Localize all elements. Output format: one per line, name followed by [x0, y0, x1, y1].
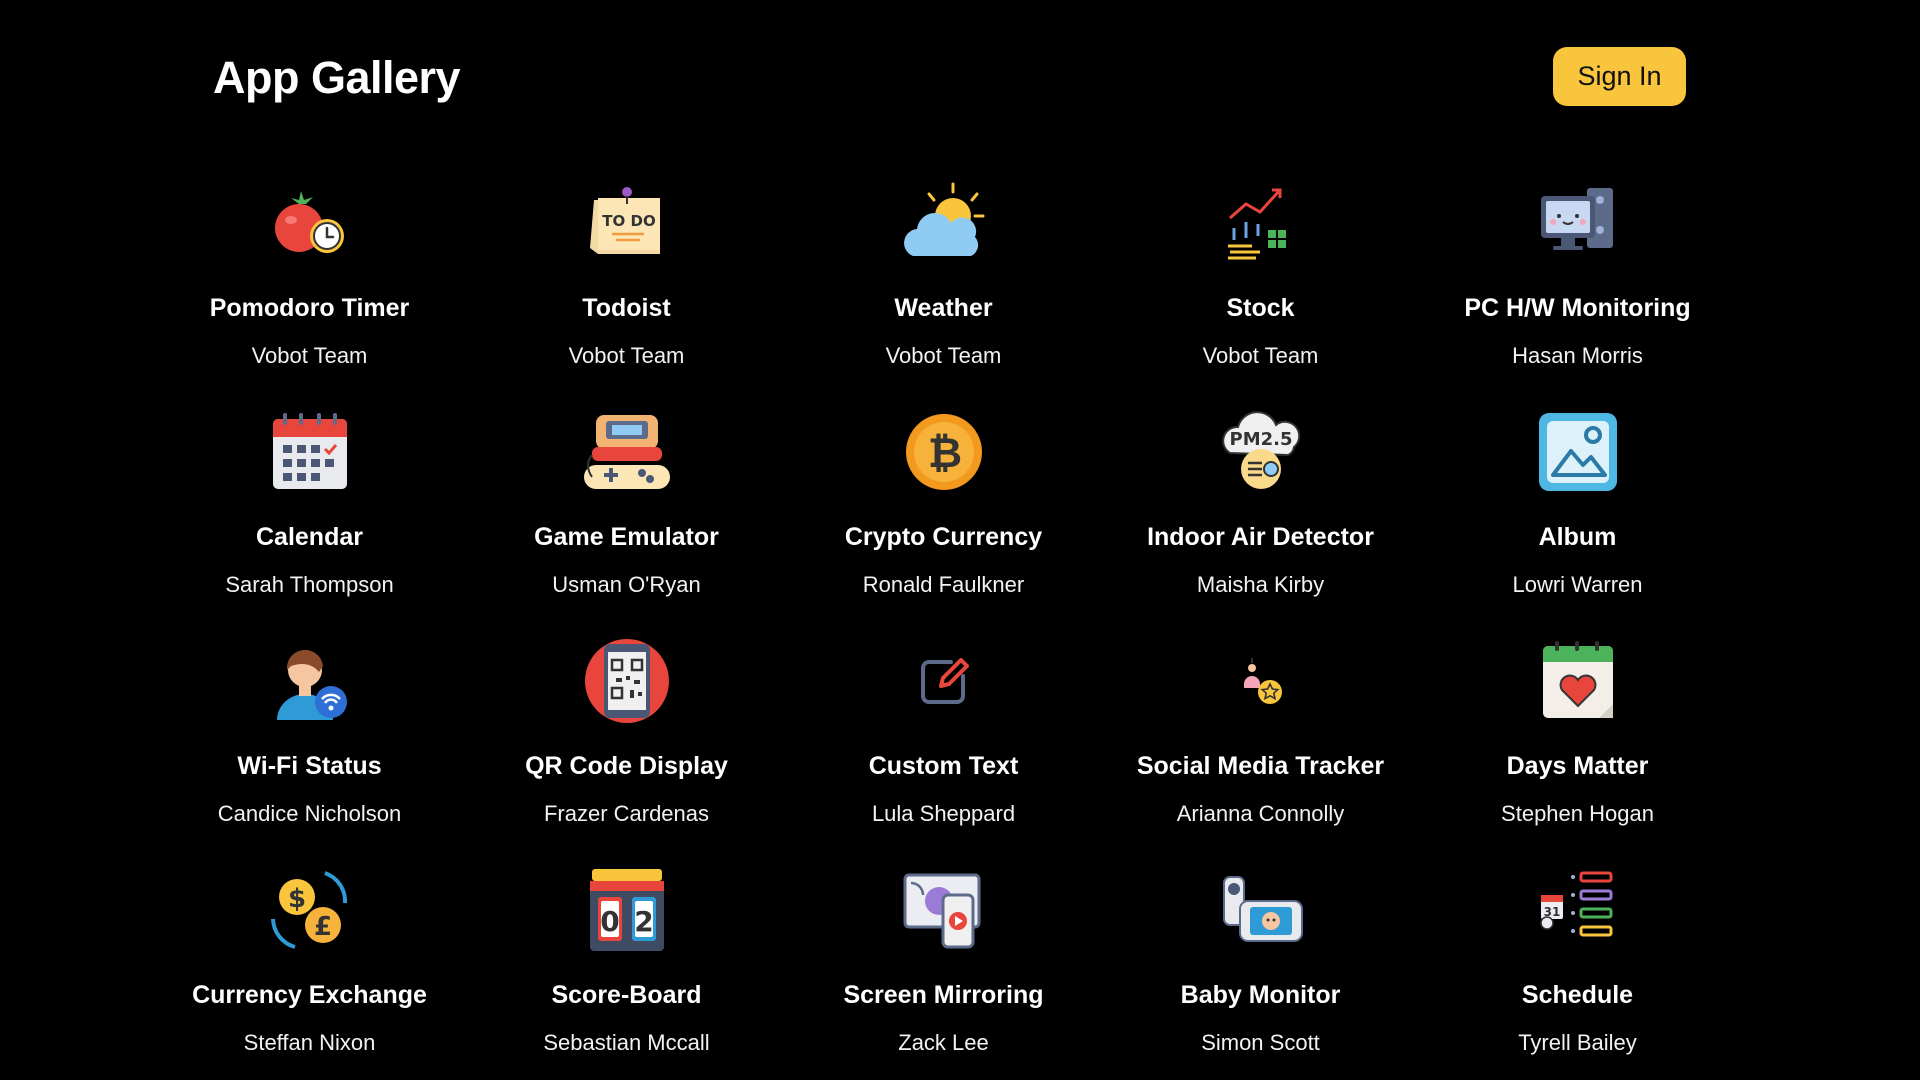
app-author: Lowri Warren	[1512, 572, 1643, 597]
app-tile-score-board[interactable]: 0 2 Score-Board Sebastian Mccall	[468, 857, 785, 1080]
app-name: QR Code Display	[525, 752, 728, 780]
app-tile-wifi-status[interactable]: Wi-Fi Status Candice Nicholson	[151, 628, 468, 857]
app-author: Sarah Thompson	[225, 572, 394, 597]
app-author: Frazer Cardenas	[543, 801, 710, 826]
scoreboard-icon: 0 2	[582, 865, 672, 955]
app-tile-screen-mirroring[interactable]: Screen Mirroring Zack Lee	[785, 857, 1102, 1080]
app-author: Vobot Team	[885, 343, 1002, 368]
app-author: Vobot Team	[568, 343, 685, 368]
app-tile-calendar[interactable]: Calendar Sarah Thompson	[151, 399, 468, 628]
baby-monitor-icon	[1216, 865, 1306, 955]
calendar-icon	[265, 407, 355, 497]
app-author: Arianna Connolly	[1176, 801, 1345, 826]
header: App Gallery Sign In	[0, 0, 1920, 160]
pc-monitor-icon	[1533, 178, 1623, 268]
svg-text:₿: ₿	[927, 428, 961, 477]
app-tile-game-emulator[interactable]: Game Emulator Usman O'Ryan	[468, 399, 785, 628]
app-author: Steffan Nixon	[243, 1030, 376, 1055]
app-name: Screen Mirroring	[843, 981, 1044, 1009]
app-tile-baby-monitor[interactable]: Baby Monitor Simon Scott	[1102, 857, 1419, 1080]
svg-text:$: $	[287, 884, 305, 914]
heart-calendar-icon	[1533, 636, 1623, 726]
svg-text:£: £	[313, 912, 331, 942]
app-name: Calendar	[256, 523, 363, 551]
app-tile-weather[interactable]: Weather Vobot Team	[785, 170, 1102, 399]
app-tile-schedule[interactable]: 31 Schedule Tyrell Bailey	[1419, 857, 1736, 1080]
app-author: Hasan Morris	[1512, 343, 1643, 368]
app-name: Pomodoro Timer	[209, 294, 410, 322]
app-name: Baby Monitor	[1180, 981, 1341, 1009]
schedule-list-icon: 31	[1533, 865, 1623, 955]
app-name: Days Matter	[1506, 752, 1649, 780]
app-name: Wi-Fi Status	[237, 752, 382, 780]
tomato-timer-icon	[265, 178, 355, 268]
app-author: Usman O'Ryan	[552, 572, 701, 597]
person-wifi-icon	[265, 636, 355, 726]
sun-cloud-icon	[899, 178, 989, 268]
app-author: Tyrell Bailey	[1518, 1030, 1637, 1055]
person-star-icon	[1216, 636, 1306, 726]
app-author: Vobot Team	[1202, 343, 1319, 368]
app-author: Ronald Faulkner	[862, 572, 1025, 597]
app-name: Crypto Currency	[844, 523, 1043, 551]
app-grid: Pomodoro Timer Vobot Team TO DO Todoist …	[151, 170, 1751, 1080]
app-tile-custom-text[interactable]: Custom Text Lula Sheppard	[785, 628, 1102, 857]
app-name: Weather	[894, 294, 993, 322]
app-tile-currency-exchange[interactable]: $ £ Currency Exchange Steffan Nixon	[151, 857, 468, 1080]
currency-exchange-icon: $ £	[265, 865, 355, 955]
stock-chart-icon	[1216, 178, 1306, 268]
app-author: Vobot Team	[251, 343, 368, 368]
app-tile-indoor-air-detector[interactable]: PM2.5 Indoor Air Detector Maisha Kirby	[1102, 399, 1419, 628]
app-author: Sebastian Mccall	[543, 1030, 710, 1055]
app-name: Social Media Tracker	[1136, 752, 1385, 780]
app-tile-days-matter[interactable]: Days Matter Stephen Hogan	[1419, 628, 1736, 857]
app-tile-todoist[interactable]: TO DO Todoist Vobot Team	[468, 170, 785, 399]
app-tile-album[interactable]: Album Lowri Warren	[1419, 399, 1736, 628]
app-name: Album	[1538, 523, 1617, 551]
bitcoin-icon: ₿	[899, 407, 989, 497]
image-album-icon	[1533, 407, 1623, 497]
app-name: Currency Exchange	[192, 981, 427, 1009]
game-console-icon	[582, 407, 672, 497]
app-author: Maisha Kirby	[1196, 572, 1325, 597]
app-name: Todoist	[582, 294, 671, 322]
app-tile-social-media-tracker[interactable]: Social Media Tracker Arianna Connolly	[1102, 628, 1419, 857]
app-tile-qr-code-display[interactable]: QR Code Display Frazer Cardenas	[468, 628, 785, 857]
app-author: Stephen Hogan	[1501, 801, 1654, 826]
app-name: Game Emulator	[534, 523, 719, 551]
app-author: Simon Scott	[1201, 1030, 1320, 1055]
app-author: Candice Nicholson	[217, 801, 402, 826]
edit-pencil-icon	[899, 636, 989, 726]
app-tile-pc-hw-monitoring[interactable]: PC H/W Monitoring Hasan Morris	[1419, 170, 1736, 399]
app-tile-stock[interactable]: Stock Vobot Team	[1102, 170, 1419, 399]
pm25-cloud-icon: PM2.5	[1216, 407, 1306, 497]
app-author: Lula Sheppard	[871, 801, 1016, 826]
svg-text:2: 2	[634, 905, 653, 938]
page-title: App Gallery	[213, 52, 461, 103]
app-tile-crypto-currency[interactable]: ₿ Crypto Currency Ronald Faulkner	[785, 399, 1102, 628]
sign-in-button[interactable]: Sign In	[1553, 47, 1686, 106]
qr-code-icon	[582, 636, 672, 726]
app-name: Score-Board	[551, 981, 702, 1009]
app-gallery-page: App Gallery Sign In Pomodoro Timer Vobot…	[0, 0, 1920, 1080]
app-author: Zack Lee	[898, 1030, 989, 1055]
app-name: PC H/W Monitoring	[1464, 294, 1691, 322]
app-tile-pomodoro-timer[interactable]: Pomodoro Timer Vobot Team	[151, 170, 468, 399]
screen-mirror-icon	[899, 865, 989, 955]
todo-note-icon: TO DO	[582, 178, 672, 268]
svg-text:PM2.5: PM2.5	[1229, 429, 1292, 450]
app-name: Indoor Air Detector	[1147, 523, 1374, 551]
app-name: Custom Text	[868, 752, 1019, 780]
svg-text:TO DO: TO DO	[602, 212, 655, 230]
app-name: Schedule	[1521, 981, 1634, 1009]
svg-text:0: 0	[600, 905, 619, 938]
app-name: Stock	[1226, 294, 1295, 322]
